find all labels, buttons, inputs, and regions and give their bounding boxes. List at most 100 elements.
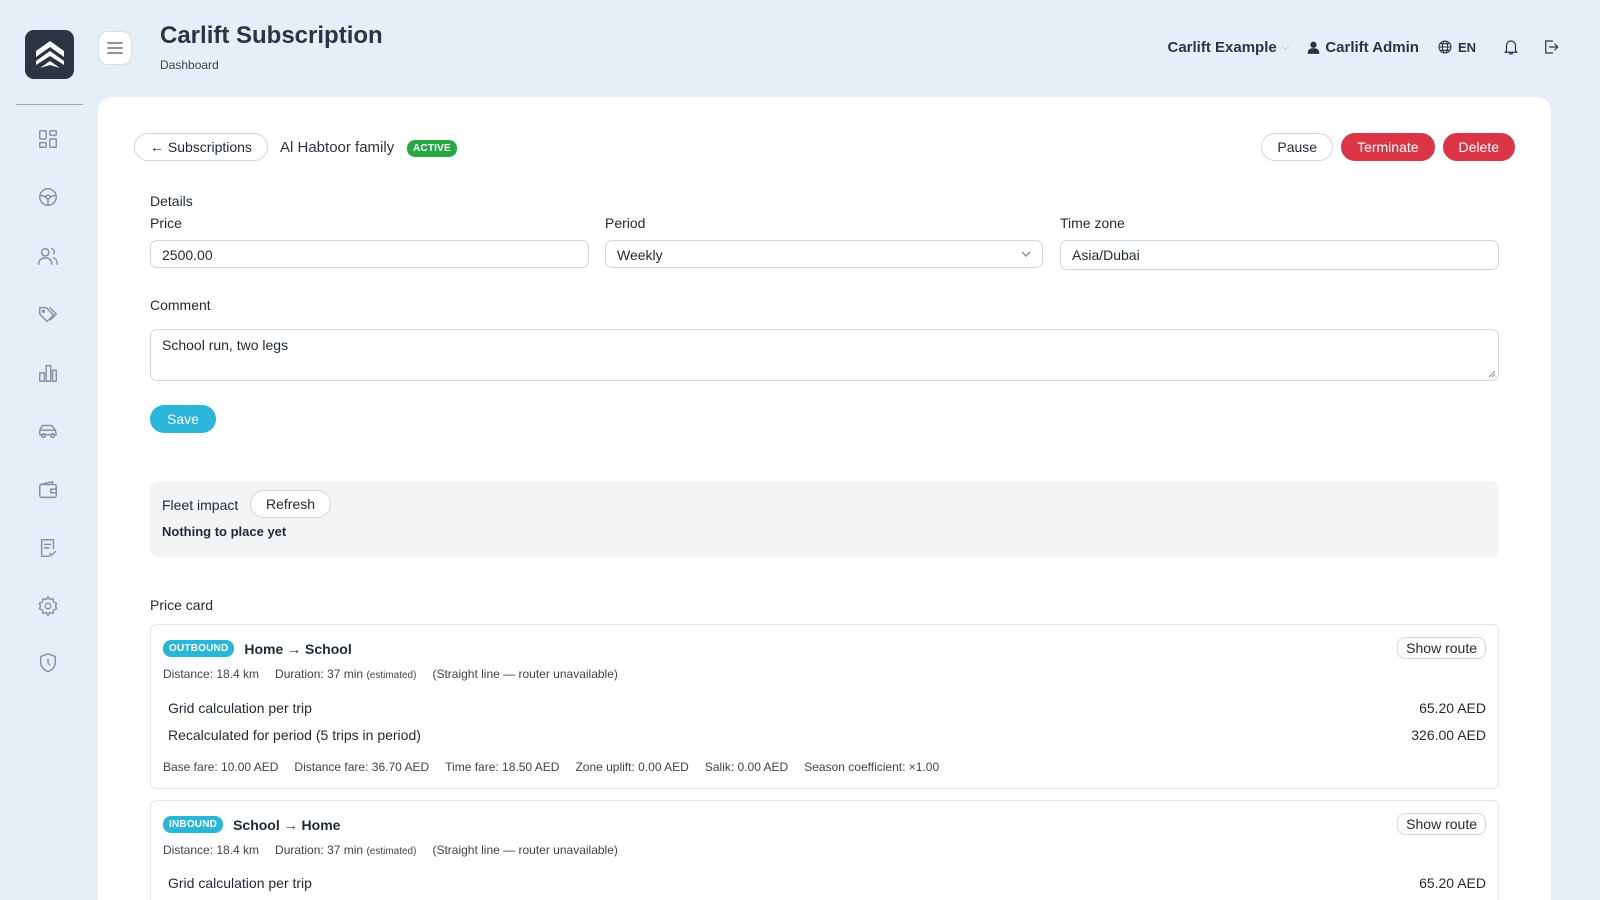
company-name: Carlift Example (1167, 38, 1277, 56)
details-heading: Details (150, 193, 193, 209)
sidebar-item-tariffs[interactable] (36, 303, 60, 327)
language-code: EN (1457, 39, 1476, 55)
grid-calculation-row: Grid calculation per trip 65.20 AED (168, 875, 1486, 891)
logo-icon (35, 40, 64, 68)
timezone-label: Time zone (1060, 215, 1125, 231)
grid-calculation-label: Grid calculation per trip (168, 700, 312, 716)
chart-icon (39, 364, 57, 382)
menu-toggle-button[interactable] (98, 31, 132, 65)
fare-breakdown: Base fare: 10.00 AED Distance fare: 36.7… (163, 760, 939, 774)
delete-button[interactable]: Delete (1442, 133, 1515, 161)
comment-label: Comment (150, 297, 211, 313)
route-meta: Distance: 18.4 km Duration: 37 min (esti… (163, 667, 618, 681)
gear-icon (38, 596, 58, 616)
language-selector[interactable]: EN (1437, 39, 1476, 55)
route-duration: Duration: 37 min (estimated) (275, 843, 417, 857)
route-meta: Distance: 18.4 km Duration: 37 min (esti… (163, 843, 618, 857)
time-fare: Time fare: 18.50 AED (445, 760, 560, 774)
sidebar-item-dashboard[interactable] (36, 127, 60, 151)
users-icon (38, 247, 58, 265)
grid-calculation-row: Grid calculation per trip 65.20 AED (168, 700, 1486, 716)
subscription-name: Al Habtoor family (280, 139, 395, 156)
tags-icon (39, 306, 57, 323)
period-recalc-label: Recalculated for period (5 trips in peri… (168, 727, 421, 743)
menu-icon (107, 42, 123, 54)
chevron-down-icon (1021, 251, 1031, 257)
terminate-button[interactable]: Terminate (1341, 133, 1435, 161)
zone-uplift: Zone uplift: 0.00 AED (575, 760, 689, 774)
user-icon (1307, 41, 1320, 54)
back-to-subscriptions-button[interactable]: ← Subscriptions (134, 133, 268, 161)
route-title: School → Home (233, 816, 341, 833)
logo[interactable] (25, 30, 74, 79)
globe-icon (1438, 40, 1452, 54)
salik: Salik: 0.00 AED (704, 760, 789, 774)
breadcrumb[interactable]: Dashboard (160, 58, 219, 72)
user-name: Carlift Admin (1325, 38, 1419, 56)
page-title: Carlift Subscription (160, 22, 383, 49)
chevron-down-icon: ⌵ (1281, 41, 1290, 53)
show-route-button[interactable]: Show route (1397, 813, 1486, 835)
header-actions: Carlift Example ⌵ Carlift Admin EN (1168, 38, 1561, 56)
sidebar-divider (16, 104, 83, 105)
route-note: (Straight line — router unavailable) (432, 843, 618, 857)
sidebar-item-settings[interactable] (36, 594, 60, 618)
logout-icon (1545, 40, 1559, 54)
sidebar-item-drivers[interactable] (36, 185, 60, 209)
sidebar (0, 0, 98, 900)
route-duration: Duration: 37 min (estimated) (275, 667, 417, 681)
save-button[interactable]: Save (150, 405, 216, 433)
dashboard-icon (39, 130, 57, 148)
comment-textarea[interactable]: School run, two legs (150, 329, 1499, 381)
fleet-impact-status: Nothing to place yet (162, 524, 287, 539)
period-recalc-value: 326.00 AED (1411, 727, 1486, 743)
subscription-card: ← Subscriptions Al Habtoor family ACTIVE… (98, 97, 1551, 900)
route-card-outbound: OUTBOUND Home → School Show route Distan… (150, 624, 1499, 789)
company-selector[interactable]: Carlift Example ⌵ (1168, 39, 1290, 56)
logout-button[interactable] (1542, 38, 1560, 56)
period-recalc-row: Recalculated for period (5 trips in peri… (168, 727, 1486, 743)
grid-calculation-value: 65.20 AED (1419, 700, 1486, 716)
bell-icon (1504, 40, 1518, 55)
show-route-button[interactable]: Show route (1397, 637, 1486, 659)
period-value: Weekly (617, 247, 663, 263)
wallet-icon (39, 481, 57, 499)
period-label: Period (605, 215, 646, 231)
car-icon (39, 424, 57, 439)
route-distance: Distance: 18.4 km (163, 843, 260, 857)
grid-calculation-value: 65.20 AED (1419, 875, 1486, 891)
base-fare: Base fare: 10.00 AED (163, 760, 279, 774)
notifications-button[interactable] (1502, 38, 1520, 56)
shield-icon (39, 653, 57, 673)
price-card-heading: Price card (150, 597, 214, 613)
fleet-impact-panel: Fleet impact Refresh Nothing to place ye… (150, 481, 1499, 557)
sidebar-item-reports[interactable] (36, 361, 60, 385)
direction-badge: OUTBOUND (163, 640, 235, 657)
sidebar-item-security[interactable] (36, 651, 60, 675)
grid-calculation-label: Grid calculation per trip (168, 875, 312, 891)
route-header: OUTBOUND Home → School (163, 640, 352, 657)
route-card-inbound: INBOUND School → Home Show route Distanc… (150, 800, 1499, 900)
refresh-button[interactable]: Refresh (250, 490, 332, 518)
route-distance: Distance: 18.4 km (163, 667, 260, 681)
season-coefficient: Season coefficient: ×1.00 (804, 760, 940, 774)
comment-value: School run, two legs (162, 337, 289, 353)
fleet-impact-label: Fleet impact (162, 497, 239, 513)
distance-fare: Distance fare: 36.70 AED (294, 760, 430, 774)
sidebar-item-subscriptions[interactable] (36, 536, 60, 560)
checklist-icon (40, 539, 57, 557)
price-input[interactable]: 2500.00 (150, 240, 589, 268)
timezone-input[interactable]: Asia/Dubai (1060, 240, 1499, 270)
sidebar-item-vehicles[interactable] (36, 419, 60, 443)
steering-wheel-icon (39, 188, 57, 206)
resize-handle-icon[interactable] (1488, 370, 1496, 378)
route-title: Home → School (244, 640, 352, 657)
subscription-actions: Pause Terminate Delete (1261, 133, 1515, 161)
route-header: INBOUND School → Home (163, 816, 340, 833)
pause-button[interactable]: Pause (1261, 133, 1334, 161)
user-menu[interactable]: Carlift Admin (1307, 39, 1419, 56)
sidebar-item-payments[interactable] (36, 478, 60, 502)
sidebar-item-users[interactable] (36, 244, 60, 268)
period-select[interactable]: Weekly (605, 240, 1043, 268)
direction-badge: INBOUND (163, 816, 224, 833)
